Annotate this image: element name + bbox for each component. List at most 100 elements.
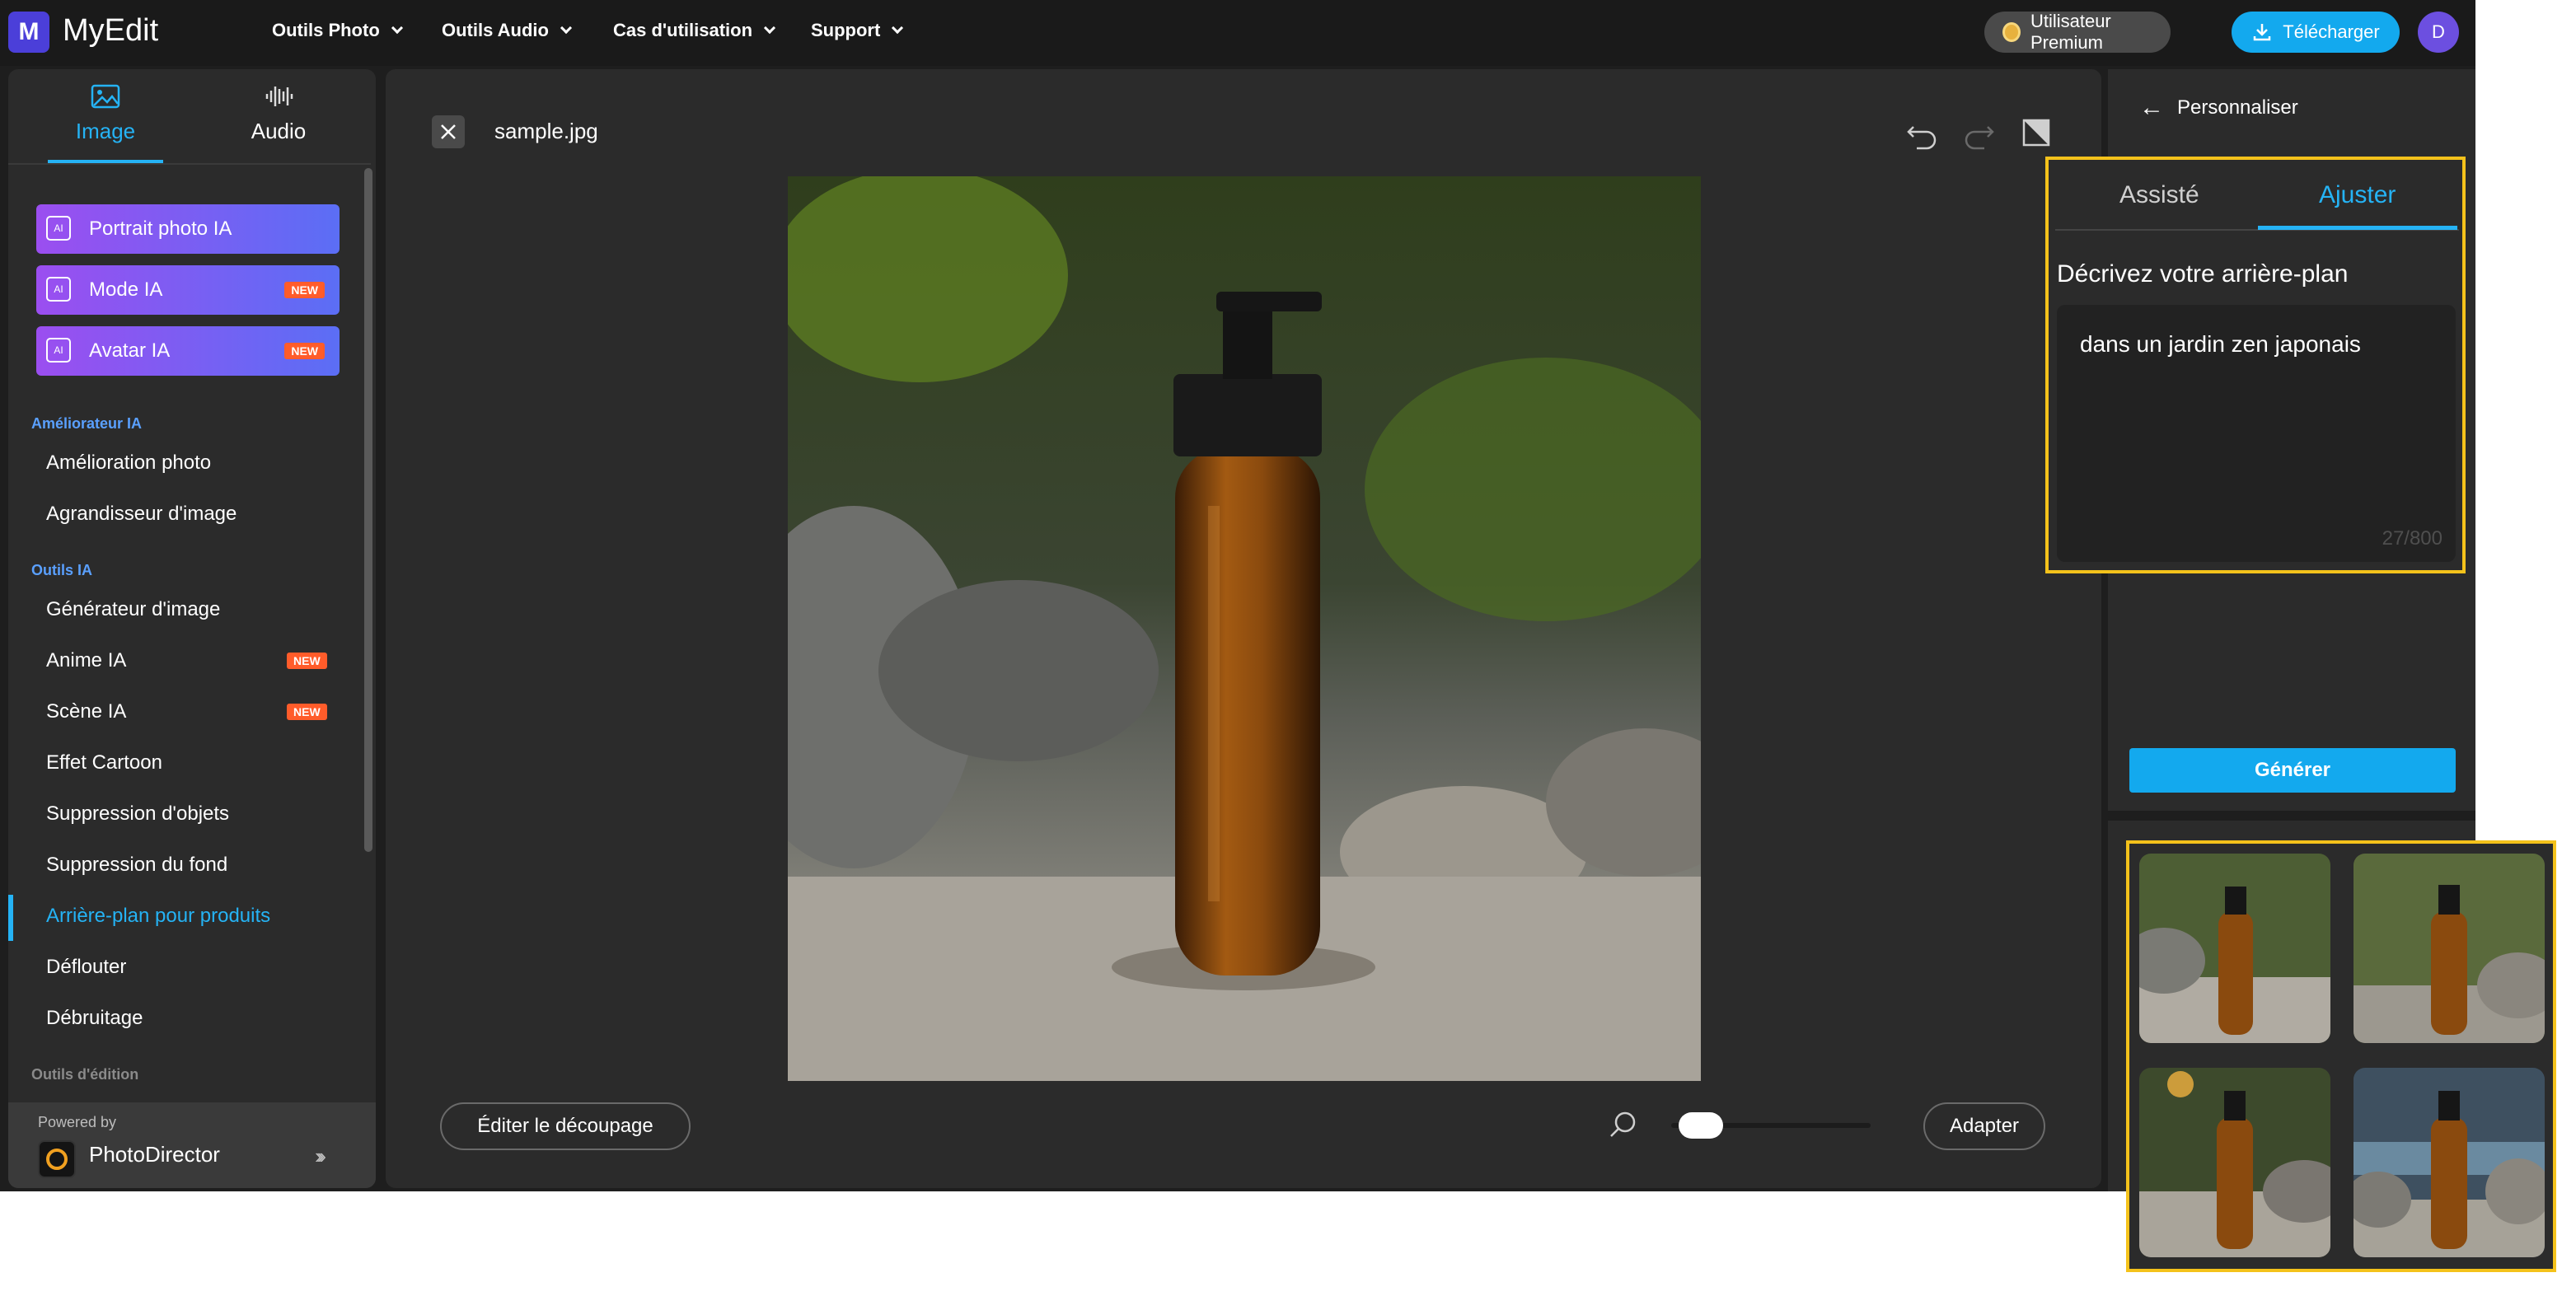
nav-label: Cas d'utilisation [613, 20, 753, 40]
ai-button-label: Portrait photo IA [89, 218, 232, 240]
redo-icon[interactable] [1961, 115, 1998, 152]
ai-fashion-button[interactable]: AI Mode IA NEW [36, 265, 340, 315]
premium-user-button[interactable]: Utilisateur Premium [1984, 11, 2171, 53]
character-count: 27/800 [2382, 527, 2443, 550]
ai-sparkle-icon: AI [46, 277, 71, 302]
product-bottle-image [788, 176, 1701, 1081]
sidebar-item-image-generator[interactable]: Générateur d'image [46, 598, 220, 621]
arrow-left-icon: ← [2139, 94, 2164, 121]
download-label: Télécharger [2283, 21, 2380, 42]
powered-by-product: PhotoDirector [89, 1142, 220, 1167]
image-icon [91, 84, 120, 109]
avatar-letter: D [2432, 21, 2445, 42]
tab-image[interactable]: Image [48, 84, 163, 144]
result-image [2139, 1068, 2330, 1257]
result-thumbnail[interactable] [2354, 1068, 2545, 1257]
new-badge: NEW [287, 704, 327, 720]
result-thumbnail[interactable] [2354, 854, 2545, 1043]
new-badge: NEW [284, 282, 325, 298]
left-sidebar: Image Audio AI Portrait photo IA AI Mode… [8, 69, 376, 1188]
chevron-down-icon [892, 21, 904, 35]
sidebar-item-image-upscaler[interactable]: Agrandisseur d'image [46, 503, 237, 526]
result-image [2139, 854, 2330, 1043]
double-chevron-right-icon: ››› [315, 1144, 326, 1168]
download-button[interactable]: Télécharger [2232, 12, 2400, 53]
sidebar-item-denoise[interactable]: Débruitage [46, 1007, 143, 1030]
file-name: sample.jpg [494, 119, 598, 143]
section-ai-enhancer: Améliorateur IA [31, 415, 143, 432]
nav-audio-tools[interactable]: Outils Audio [442, 20, 573, 41]
ai-sparkle-icon: AI [46, 216, 71, 241]
zoom-icon [1610, 1111, 1636, 1137]
chevron-down-icon [391, 21, 403, 35]
undo-icon[interactable] [1904, 115, 1940, 152]
sidebar-item-anime-ai[interactable]: Anime IA [46, 649, 126, 672]
close-button[interactable] [432, 115, 465, 148]
sidebar-item-cartoon-effect[interactable]: Effet Cartoon [46, 751, 162, 774]
powered-by-label: Powered by [38, 1114, 117, 1130]
sidebar-item-photo-enhance[interactable]: Amélioration photo [46, 451, 211, 475]
back-customize-button[interactable]: ← Personnaliser [2139, 94, 2298, 122]
photodirector-logo-icon [38, 1140, 76, 1178]
tab-adjust[interactable]: Ajuster [2319, 181, 2396, 209]
sidebar-item-scene-ai[interactable]: Scène IA [46, 700, 126, 723]
prompt-highlight-box: Assisté Ajuster Décrivez votre arrière-p… [2045, 157, 2466, 573]
describe-background-label: Décrivez votre arrière-plan [2057, 260, 2349, 288]
fit-button[interactable]: Adapter [1923, 1102, 2045, 1150]
logo-letter: M [18, 18, 40, 45]
ai-button-label: Avatar IA [89, 339, 171, 362]
avatar[interactable]: D [2418, 12, 2459, 53]
audio-wave-icon [265, 87, 293, 106]
new-badge: NEW [287, 653, 327, 669]
sidebar-item-unblur[interactable]: Déflouter [46, 956, 126, 979]
section-ai-tools: Outils IA [31, 562, 93, 578]
chevron-down-icon [763, 21, 776, 35]
brand-name[interactable]: MyEdit [63, 13, 158, 49]
result-image [2354, 854, 2545, 1043]
tab-label: Image [75, 119, 136, 143]
active-tab-indicator [2258, 226, 2457, 230]
powered-by-banner[interactable]: Powered by PhotoDirector ››› [8, 1102, 376, 1188]
download-icon [2254, 24, 2271, 41]
nav-label: Outils Audio [442, 20, 549, 40]
active-item-indicator [8, 895, 13, 941]
premium-label: Utilisateur Premium [2030, 11, 2111, 53]
nav-label: Support [811, 20, 881, 40]
chevron-down-icon [560, 21, 573, 35]
result-image [2354, 1068, 2545, 1257]
sidebar-item-object-removal[interactable]: Suppression d'objets [46, 802, 229, 826]
ai-avatar-button[interactable]: AI Avatar IA NEW [36, 326, 340, 376]
prompt-text: dans un jardin zen japonais [2080, 331, 2361, 357]
premium-coin-icon [2002, 22, 2021, 42]
editor-canvas: sample.jpg Éditer le découpage Adapter [386, 69, 2101, 1188]
ai-sparkle-icon: AI [46, 338, 71, 363]
background-prompt-input[interactable]: dans un jardin zen japonais 27/800 [2057, 305, 2456, 562]
zoom-slider-handle[interactable] [1679, 1112, 1724, 1139]
tab-audio[interactable]: Audio [221, 84, 336, 144]
divider [8, 163, 371, 165]
edit-crop-button[interactable]: Éditer le découpage [440, 1102, 691, 1150]
top-nav-bar: M MyEdit Outils Photo Outils Audio Cas d… [0, 0, 2475, 66]
back-label: Personnaliser [2177, 96, 2298, 119]
sidebar-item-background-removal[interactable]: Suppression du fond [46, 854, 227, 877]
nav-support[interactable]: Support [811, 20, 904, 41]
generate-button[interactable]: Générer [2129, 748, 2456, 793]
nav-use-cases[interactable]: Cas d'utilisation [613, 20, 776, 41]
myedit-logo[interactable]: M [8, 12, 49, 53]
nav-photo-tools[interactable]: Outils Photo [272, 20, 403, 41]
generated-results-grid [2126, 840, 2556, 1272]
tab-assisted[interactable]: Assisté [2119, 181, 2199, 209]
ai-button-label: Mode IA [89, 278, 163, 301]
close-icon [441, 124, 456, 139]
result-thumbnail[interactable] [2139, 1068, 2330, 1257]
new-badge: NEW [284, 343, 325, 359]
tab-label: Audio [251, 119, 307, 143]
nav-label: Outils Photo [272, 20, 380, 40]
section-editing-tools: Outils d'édition [31, 1066, 139, 1083]
ai-portrait-button[interactable]: AI Portrait photo IA [36, 204, 340, 254]
sidebar-item-product-background[interactable]: Arrière-plan pour produits [46, 905, 270, 928]
sidebar-scrollbar[interactable] [364, 168, 372, 852]
product-photo [788, 176, 1701, 1081]
compare-icon[interactable] [2019, 115, 2055, 152]
result-thumbnail[interactable] [2139, 854, 2330, 1043]
